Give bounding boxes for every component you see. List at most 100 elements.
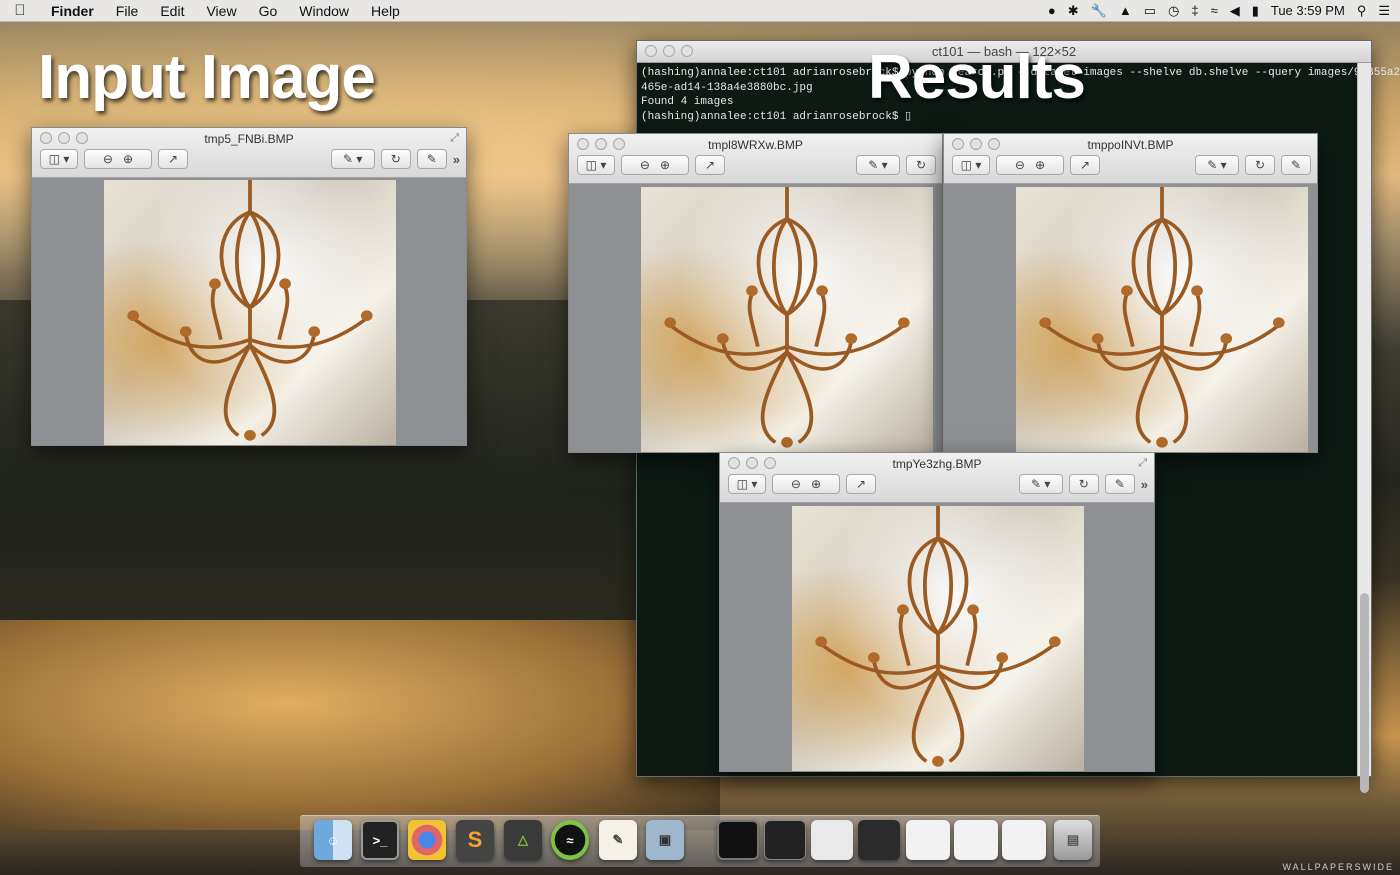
menu-app-name[interactable]: Finder (40, 3, 105, 19)
chandelier-drawing (815, 506, 1061, 767)
annotate-icon[interactable]: ✎ (416, 149, 447, 169)
wifi-icon[interactable]: ≈ (1211, 3, 1218, 18)
zoom-in-icon[interactable]: ⊕ (660, 158, 670, 172)
dock-minimized-window[interactable] (811, 820, 853, 860)
zoom-controls[interactable]: ⊖ ⊕ (996, 155, 1064, 175)
chandelier-image (104, 180, 396, 445)
menu-file[interactable]: File (105, 3, 150, 19)
zoom-controls[interactable]: ⊖ ⊕ (772, 474, 840, 494)
zoom-out-icon[interactable]: ⊖ (103, 152, 113, 166)
markup-icon[interactable]: ✎ ▾ (330, 149, 375, 169)
dock-minimized-window[interactable] (906, 820, 950, 860)
dock-finder-icon[interactable]: ☺ (314, 820, 352, 860)
zoom-in-icon[interactable]: ⊕ (1035, 158, 1045, 172)
annotate-icon[interactable]: ✎ (1281, 155, 1311, 175)
markup-icon[interactable]: ✎ ▾ (856, 155, 900, 175)
share-icon[interactable]: ↗ (695, 155, 725, 175)
markup-icon[interactable]: ✎ ▾ (1195, 155, 1239, 175)
dock-spotify-icon[interactable]: ≈ (551, 820, 589, 860)
battery-icon[interactable]: ▮ (1252, 3, 1259, 19)
chandelier-drawing (127, 180, 373, 441)
preview-window-result-1[interactable]: tmpl8WRXw.BMP ◫ ▾ ⊖ ⊕ ↗ ✎ ▾ ↻ (568, 133, 943, 453)
menu-window[interactable]: Window (288, 3, 360, 19)
preview-window-result-2[interactable]: tmppoINVt.BMP ◫ ▾ ⊖ ⊕ ↗ ✎ ▾ ↻ ✎ (943, 133, 1318, 453)
rotate-icon[interactable]: ↻ (906, 155, 936, 175)
rotate-icon[interactable]: ↻ (1245, 155, 1275, 175)
chandelier-image (1016, 187, 1308, 452)
rotate-icon[interactable]: ↻ (1068, 474, 1099, 494)
preview-toolbar: tmp5_FNBi.BMP ⤢ ◫ ▾ ⊖ ⊕ ↗ ✎ ▾ ↻ ✎ » (32, 128, 466, 178)
zoom-in-icon[interactable]: ⊕ (123, 152, 133, 166)
sidebar-toggle-icon[interactable]: ◫ ▾ (577, 155, 615, 175)
dock-terminal-icon[interactable]: >_ (361, 820, 399, 860)
sidebar-toggle-icon[interactable]: ◫ ▾ (952, 155, 990, 175)
chandelier-image (792, 506, 1084, 771)
preview-window-input[interactable]: tmp5_FNBi.BMP ⤢ ◫ ▾ ⊖ ⊕ ↗ ✎ ▾ ↻ ✎ » (31, 127, 467, 446)
clock[interactable]: Tue 3:59 PM (1271, 3, 1345, 18)
time-machine-icon[interactable]: ◷ (1168, 3, 1179, 19)
chandelier-drawing (1039, 187, 1285, 448)
window-title: tmp5_FNBi.BMP (204, 132, 294, 146)
sidebar-toggle-icon[interactable]: ◫ ▾ (728, 474, 766, 494)
zoom-out-icon[interactable]: ⊖ (640, 158, 650, 172)
markup-icon[interactable]: ✎ ▾ (1018, 474, 1063, 494)
zoom-controls[interactable]: ⊖ ⊕ (621, 155, 689, 175)
dock-sublime-text-icon[interactable]: S (456, 820, 494, 860)
menu-go[interactable]: Go (248, 3, 289, 19)
dock-minimized-window[interactable] (954, 820, 998, 860)
dock-trash-icon[interactable]: ▤ (1054, 820, 1092, 860)
zoom-out-icon[interactable]: ⊖ (1015, 158, 1025, 172)
zoom-in-icon[interactable]: ⊕ (811, 477, 821, 491)
fullscreen-icon[interactable]: ⤢ (450, 132, 459, 145)
rotate-icon[interactable]: ↻ (380, 149, 411, 169)
evernote-icon[interactable]: ● (1048, 3, 1056, 18)
dock-minimized-window[interactable] (717, 820, 759, 860)
results-label: Results (868, 43, 1086, 112)
chandelier-drawing (664, 187, 910, 448)
input-image-label: Input Image (38, 43, 376, 112)
bluetooth-icon[interactable]: ‡ (1191, 3, 1198, 18)
airplay-icon[interactable]: ▭ (1144, 3, 1156, 19)
window-title: tmpYe3zhg.BMP (892, 457, 982, 471)
tools-icon[interactable]: 🔧 (1091, 3, 1107, 19)
dock-minimized-window[interactable] (764, 820, 806, 860)
more-icon[interactable]: » (1141, 477, 1148, 492)
terminal-scrollbar[interactable] (1357, 63, 1371, 793)
growl-icon[interactable]: ✱ (1068, 3, 1079, 19)
zoom-out-icon[interactable]: ⊖ (791, 477, 801, 491)
annotate-icon[interactable]: ✎ (1104, 474, 1135, 494)
menu-view[interactable]: View (195, 3, 247, 19)
dock-textedit-icon[interactable]: ✎ (599, 820, 637, 860)
preview-toolbar: tmppoINVt.BMP ◫ ▾ ⊖ ⊕ ↗ ✎ ▾ ↻ ✎ (944, 134, 1317, 184)
dock-preview-icon[interactable]: ▣ (646, 820, 684, 860)
status-area: ● ✱ 🔧 ▲ ▭ ◷ ‡ ≈ ◀ ▮ Tue 3:59 PM ⚲ ☰ (1048, 3, 1400, 19)
dock-minimized-window[interactable] (858, 820, 900, 860)
search-icon[interactable]: ⚲ (1357, 3, 1367, 19)
apple-logo-icon[interactable]:  (0, 2, 40, 19)
list-icon[interactable]: ☰ (1378, 3, 1390, 19)
fullscreen-icon[interactable]: ⤢ (1138, 457, 1147, 470)
preview-toolbar: tmpYe3zhg.BMP ⤢ ◫ ▾ ⊖ ⊕ ↗ ✎ ▾ ↻ ✎ » (720, 453, 1154, 503)
preview-toolbar: tmpl8WRXw.BMP ◫ ▾ ⊖ ⊕ ↗ ✎ ▾ ↻ (569, 134, 942, 184)
volume-icon[interactable]: ◀ (1230, 3, 1240, 19)
scrollbar-thumb[interactable] (1360, 593, 1369, 793)
wallpaper-lake (0, 620, 720, 830)
share-icon[interactable]: ↗ (846, 474, 876, 494)
chandelier-image (641, 187, 933, 452)
menu-help[interactable]: Help (360, 3, 411, 19)
zoom-controls[interactable]: ⊖ ⊕ (84, 149, 152, 169)
dock-minimized-window[interactable] (1002, 820, 1046, 860)
watermark: WALLPAPERSWIDE (1282, 862, 1394, 872)
preview-window-result-3[interactable]: tmpYe3zhg.BMP ⤢ ◫ ▾ ⊖ ⊕ ↗ ✎ ▾ ↻ ✎ » (719, 452, 1155, 772)
share-icon[interactable]: ↗ (158, 149, 188, 169)
sidebar-toggle-icon[interactable]: ◫ ▾ (40, 149, 78, 169)
window-title: tmpl8WRXw.BMP (708, 138, 803, 152)
window-title: tmppoINVt.BMP (1087, 138, 1174, 152)
menu-bar:  Finder File Edit View Go Window Help ●… (0, 0, 1400, 22)
dock-evernote-icon[interactable]: △ (504, 820, 542, 860)
elephant-icon[interactable]: ▲ (1119, 3, 1132, 18)
share-icon[interactable]: ↗ (1070, 155, 1100, 175)
dock-chrome-icon[interactable] (408, 820, 446, 860)
menu-edit[interactable]: Edit (149, 3, 195, 19)
more-icon[interactable]: » (453, 152, 460, 167)
